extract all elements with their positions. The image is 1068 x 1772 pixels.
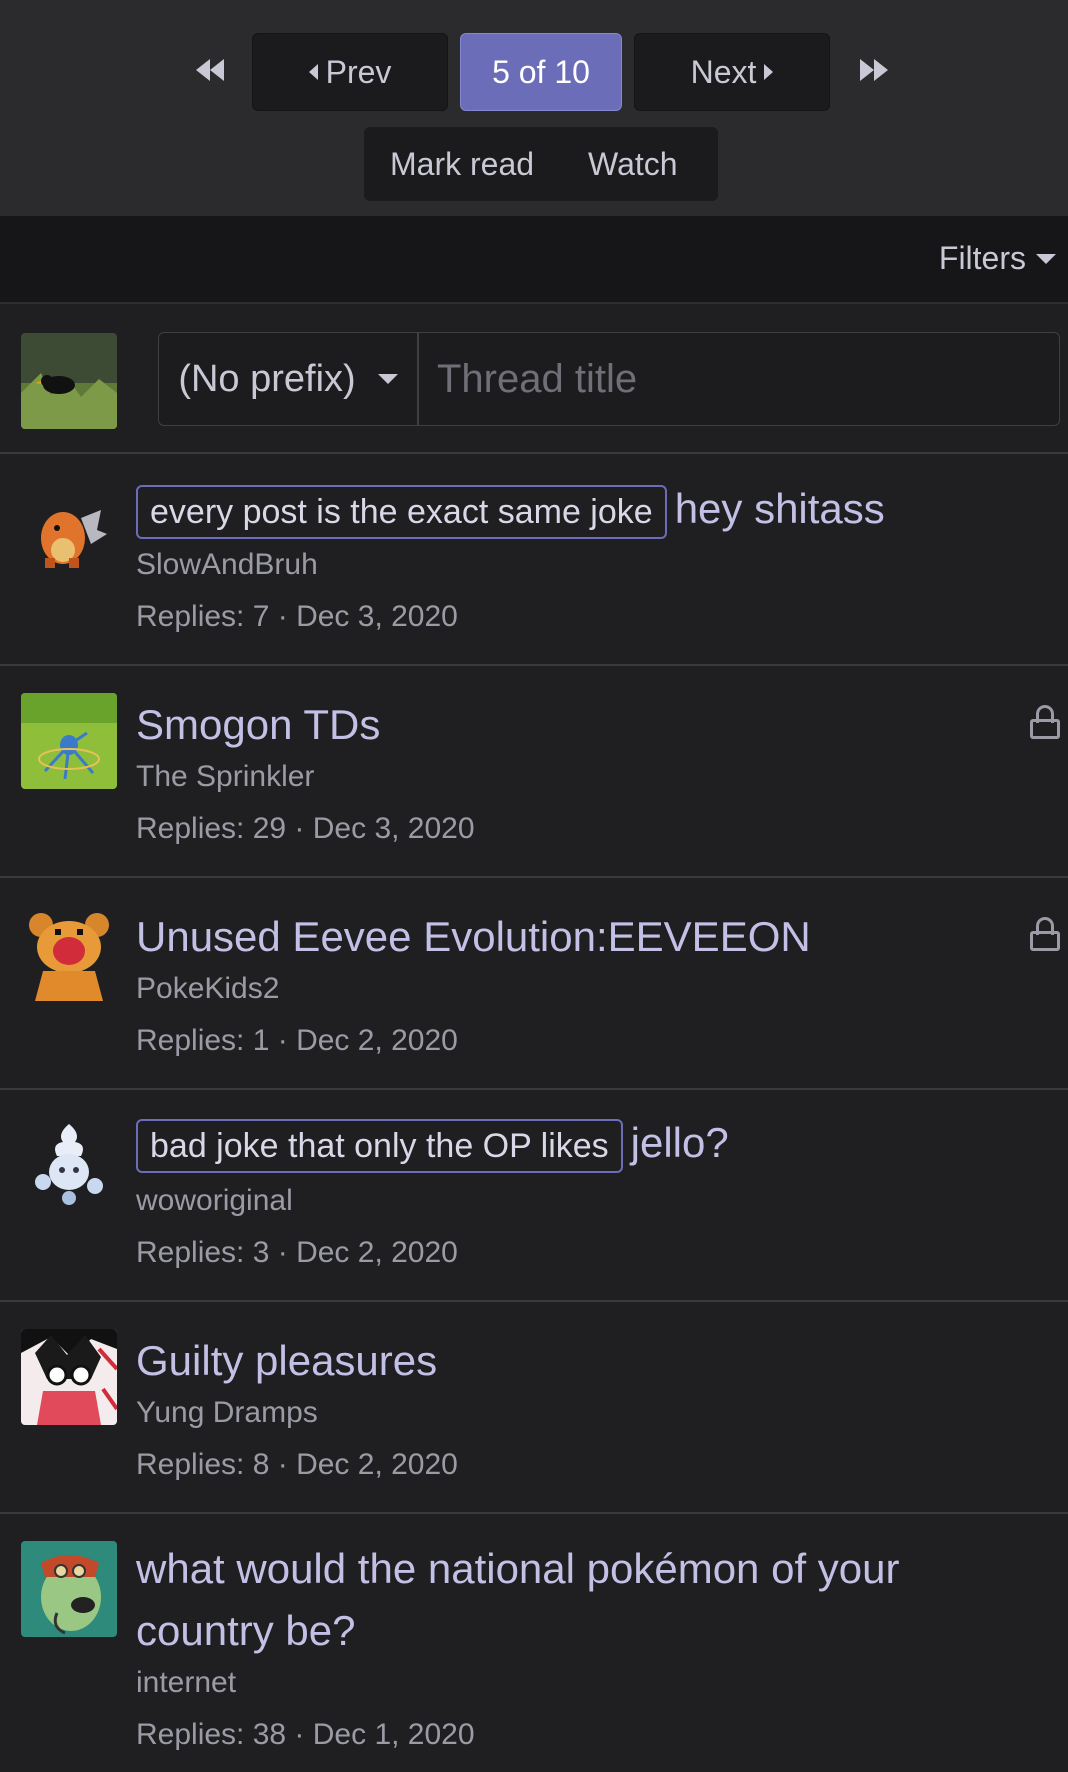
caret-down-icon (377, 374, 398, 384)
new-thread-form: (No prefix) (158, 332, 1060, 426)
thread-meta: Replies: 3 · Dec 2, 2020 (136, 1236, 458, 1269)
reply-count: Replies: 3 (136, 1236, 270, 1269)
thread-author[interactable]: SlowAndBruh (136, 548, 318, 582)
thread-author[interactable]: The Sprinkler (136, 760, 314, 794)
thread-row[interactable]: Unused Eevee Evolution:EEVEEON PokeKids2… (0, 878, 1068, 1090)
current-page-button[interactable]: 5 of 10 (460, 33, 622, 111)
thread-date[interactable]: Dec 2, 2020 (296, 1024, 458, 1057)
thread-title[interactable]: Guilty pleasures (136, 1330, 437, 1392)
user-avatar[interactable] (21, 1116, 117, 1212)
thread-author[interactable]: PokeKids2 (136, 972, 279, 1006)
user-avatar[interactable] (21, 1329, 117, 1425)
new-thread-row: (No prefix) (0, 304, 1068, 454)
thread-title[interactable]: Smogon TDs (136, 694, 380, 756)
next-button[interactable]: Next (634, 33, 830, 111)
page-nav-bar: Prev 5 of 10 Next Mark read Watch (0, 0, 1068, 216)
thread-date[interactable]: Dec 3, 2020 (313, 812, 475, 845)
thread-actions: Mark read Watch (364, 127, 718, 201)
reply-count: Replies: 29 (136, 812, 287, 845)
chevron-right-icon (764, 64, 774, 80)
thread-title[interactable]: every post is the exact same joke hey shi… (136, 478, 885, 540)
filters-button[interactable]: Filters (939, 240, 1056, 277)
chevron-left-icon (308, 64, 318, 80)
thread-title-text[interactable]: hey shitass (675, 485, 885, 532)
reply-count: Replies: 38 (136, 1718, 287, 1751)
thread-date[interactable]: Dec 3, 2020 (296, 600, 458, 633)
mark-read-button[interactable]: Mark read (390, 146, 534, 183)
thread-author[interactable]: woworiginal (136, 1184, 293, 1218)
thread-meta: Replies: 8 · Dec 2, 2020 (136, 1448, 458, 1481)
caret-down-icon (1036, 253, 1056, 264)
thread-meta: Replies: 38 · Dec 1, 2020 (136, 1718, 475, 1751)
thread-author[interactable]: Yung Dramps (136, 1396, 318, 1430)
thread-row[interactable]: what would the national pokémon of your … (0, 1514, 1068, 1772)
prefix-select[interactable]: (No prefix) (159, 333, 419, 425)
thread-title[interactable]: what would the national pokémon of your … (136, 1538, 996, 1662)
reply-count: Replies: 8 (136, 1448, 270, 1481)
thread-title[interactable]: Unused Eevee Evolution:EEVEEON (136, 906, 811, 968)
thread-row[interactable]: every post is the exact same joke hey shi… (0, 454, 1068, 666)
prefix-label: (No prefix) (178, 357, 356, 400)
reply-count: Replies: 7 (136, 600, 270, 633)
thread-meta: Replies: 7 · Dec 3, 2020 (136, 600, 458, 633)
lock-icon (1030, 705, 1060, 741)
user-avatar[interactable] (21, 905, 117, 1001)
thread-meta: Replies: 1 · Dec 2, 2020 (136, 1024, 458, 1057)
thread-meta: Replies: 29 · Dec 3, 2020 (136, 812, 475, 845)
prev-label: Prev (325, 53, 392, 90)
next-label: Next (690, 53, 757, 90)
thread-date[interactable]: Dec 2, 2020 (296, 1448, 458, 1481)
prev-button[interactable]: Prev (252, 33, 448, 111)
thread-title[interactable]: bad joke that only the OP likes jello? (136, 1112, 729, 1174)
user-avatar[interactable] (21, 1541, 117, 1637)
watch-button[interactable]: Watch (588, 146, 678, 183)
thread-prefix-label[interactable]: every post is the exact same joke (136, 484, 667, 539)
thread-date[interactable]: Dec 2, 2020 (296, 1236, 458, 1269)
thread-author[interactable]: internet (136, 1666, 236, 1700)
first-page-icon[interactable] (188, 52, 232, 88)
thread-title-text[interactable]: jello? (631, 1119, 729, 1166)
thread-row[interactable]: Smogon TDs The Sprinkler Replies: 29 · D… (0, 666, 1068, 878)
user-avatar[interactable] (21, 333, 117, 429)
lock-icon (1030, 917, 1060, 953)
filter-bar: Filters (0, 216, 1068, 304)
current-page-label: 5 of 10 (492, 53, 590, 90)
thread-title-input[interactable] (419, 333, 1059, 425)
user-avatar[interactable] (21, 693, 117, 789)
thread-row[interactable]: Guilty pleasures Yung Dramps Replies: 8 … (0, 1302, 1068, 1514)
filters-label: Filters (938, 240, 1026, 276)
user-avatar[interactable] (21, 488, 117, 584)
last-page-icon[interactable] (852, 52, 896, 88)
thread-prefix-label[interactable]: bad joke that only the OP likes (136, 1118, 623, 1173)
reply-count: Replies: 1 (136, 1024, 270, 1057)
thread-date[interactable]: Dec 1, 2020 (313, 1718, 475, 1751)
thread-row[interactable]: bad joke that only the OP likes jello? wo… (0, 1090, 1068, 1302)
